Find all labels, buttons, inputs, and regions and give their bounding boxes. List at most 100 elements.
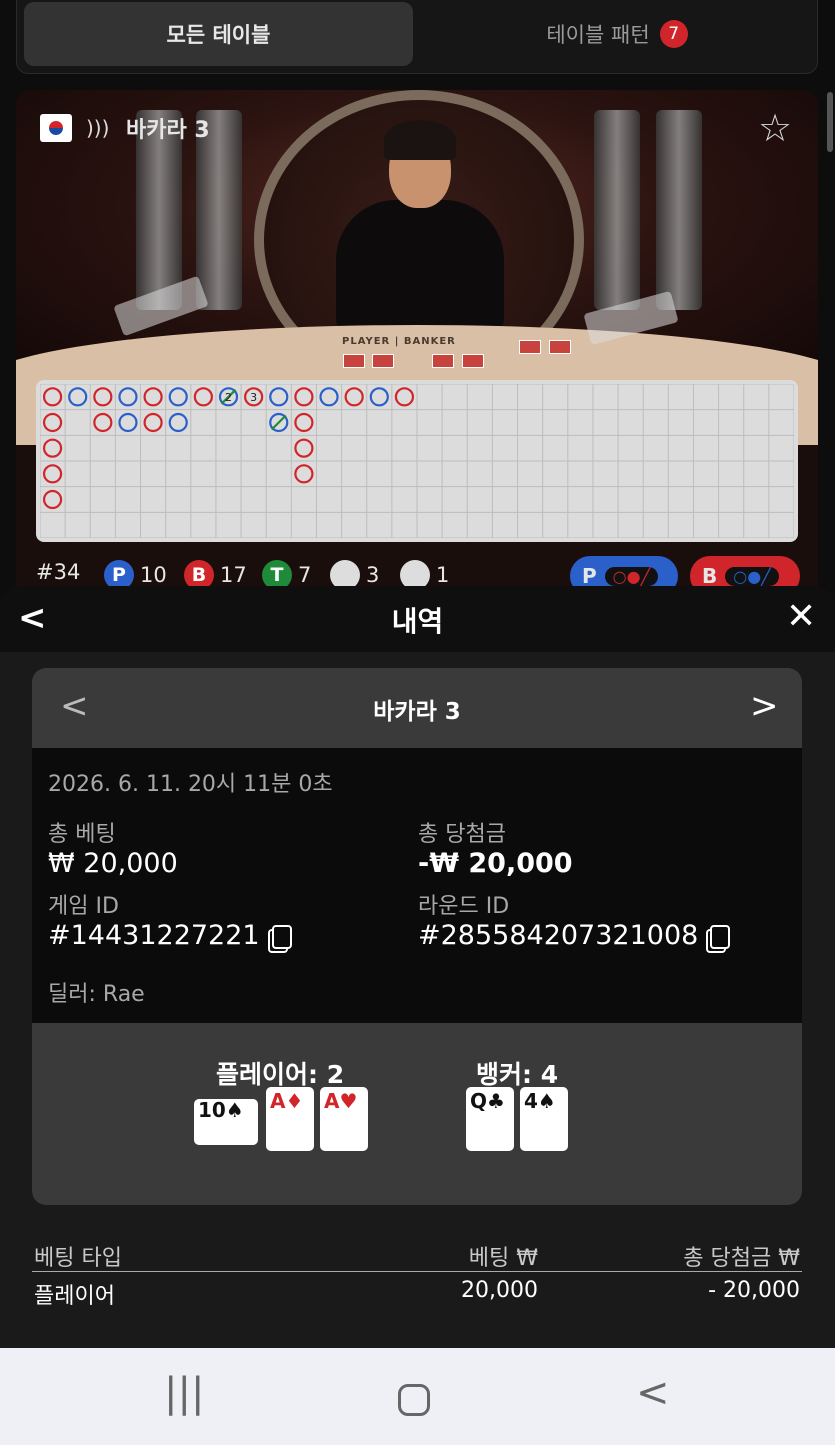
copy-game-id-icon[interactable] [271, 924, 292, 949]
card-suit: ♦ [285, 1089, 304, 1113]
round-number-label: #34 [36, 560, 81, 584]
card-rank: A [324, 1089, 340, 1113]
card-rank: 4 [524, 1089, 538, 1113]
road-mark [118, 412, 138, 433]
scrollbar[interactable] [827, 92, 833, 152]
round-id-row: #285584207321008 [418, 920, 731, 951]
round-detail: < 바카라 3 > 2026. 6. 11. 20시 11분 0초 총 베팅 ₩… [32, 668, 802, 1205]
road-mark [42, 438, 63, 458]
dealer-hair [384, 120, 456, 160]
live-broadcast-icon: ))) [86, 116, 110, 140]
road-mark [294, 412, 314, 433]
patterns-count-badge: 7 [659, 20, 688, 48]
total-bet-value: ₩ 20,000 [48, 848, 178, 879]
tab-table-patterns[interactable]: 테이블 패턴 7 [417, 2, 817, 66]
predict-banker-road-icon: ○●╱ [725, 566, 779, 586]
bet-type-cell: 플레이어 [34, 1284, 115, 1309]
round-datetime: 2026. 6. 11. 20시 11분 0초 [48, 772, 333, 797]
road-mark [369, 387, 389, 407]
total-bet-label: 총 베팅 [48, 822, 116, 847]
system-nav-bar: ||| < [0, 1348, 835, 1445]
round-title: 바카라 3 [373, 699, 461, 725]
tab-all-tables[interactable]: 모든 테이블 [24, 2, 413, 66]
card-rank: A [270, 1089, 286, 1113]
road-mark [93, 387, 113, 407]
road-mark [168, 387, 188, 407]
road-mark [118, 387, 138, 407]
bet-type-header: 베팅 타입 [34, 1246, 122, 1271]
road-mark [269, 387, 289, 407]
tie-count-label: 3 [250, 391, 257, 404]
road-mark [93, 412, 113, 433]
predict-banker-label: B [702, 564, 718, 588]
tab-patterns-label: 테이블 패턴 [546, 23, 650, 47]
lobby-tabs: 모든 테이블 테이블 패턴 7 [16, 0, 818, 74]
card-suit: ♥ [339, 1089, 358, 1113]
round-id-label: 라운드 ID [418, 894, 510, 919]
playing-card: A♦ [266, 1087, 314, 1151]
road-mark [294, 438, 314, 458]
road-mark [294, 387, 314, 407]
banker-pair-count: 1 [436, 563, 450, 587]
home-icon[interactable] [398, 1384, 430, 1416]
dealer-body [336, 200, 504, 330]
app-screen: 모든 테이블 테이블 패턴 7 PLAYER | BANKER))) 바카라 … [0, 0, 835, 1445]
panel-title: 내역 [391, 605, 444, 638]
banker-hand-label: 뱅커: 4 [476, 1060, 559, 1089]
tie-count-label: 2 [225, 391, 232, 404]
panel-header: < 내역 ✕ [0, 586, 835, 652]
system-back-icon[interactable]: < [636, 1370, 670, 1416]
bet-win-cell: - 20,000 [708, 1278, 800, 1303]
playing-card: 10♠ [194, 1099, 258, 1145]
history-panel: < 내역 ✕ < 바카라 3 > 2026. 6. 11. 20시 11분 0초… [0, 586, 835, 1348]
tie-slash [270, 414, 287, 431]
bead-road: 23 [36, 380, 798, 542]
road-mark [42, 464, 63, 484]
total-win-value: -₩ 20,000 [418, 848, 573, 879]
table-row: 플레이어 20,000 - 20,000 [32, 1272, 802, 1310]
tab-all-tables-label: 모든 테이블 [166, 23, 271, 47]
felt-card [343, 354, 365, 368]
predict-player-label: P [582, 564, 597, 588]
card-suit: ♠ [225, 1098, 244, 1122]
dealer-name: 딜러: Rae [48, 982, 145, 1007]
card-rank: Q [470, 1089, 488, 1113]
road-mark [42, 489, 63, 510]
next-round-icon[interactable]: > [750, 686, 779, 726]
close-icon[interactable]: ✕ [786, 596, 816, 637]
game-id-value: #14431227221 [48, 920, 260, 951]
road-mark [42, 387, 63, 407]
live-video: PLAYER | BANKER ))) 바카라 3 ☆ [16, 90, 818, 445]
table-card[interactable]: PLAYER | BANKER ))) 바카라 3 ☆ 23 #34 P 10 B… [16, 90, 818, 610]
predict-player-road-icon: ○●╱ [604, 566, 659, 586]
tie-count: 7 [298, 563, 312, 587]
road-mark [143, 412, 163, 433]
felt-card [432, 354, 454, 368]
road-mark [394, 387, 415, 407]
road-mark [42, 412, 63, 433]
bet-win-header: 총 당첨금 ₩ [683, 1246, 800, 1271]
road-mark [294, 464, 314, 484]
bets-header-row: 베팅 타입 베팅 ₩ 총 당첨금 ₩ [32, 1234, 802, 1272]
copy-round-id-icon[interactable] [710, 924, 731, 949]
road-mark [319, 387, 339, 407]
felt-label: PLAYER | BANKER [342, 336, 456, 347]
playing-card: 4♠ [520, 1087, 568, 1151]
road-mark [344, 387, 364, 407]
total-win-label: 총 당첨금 [418, 822, 506, 847]
player-count: 10 [140, 563, 167, 587]
studio-pillar [656, 110, 702, 310]
felt-card [462, 354, 484, 368]
bet-amount-cell: 20,000 [461, 1278, 538, 1303]
felt-card [372, 354, 394, 368]
card-suit: ♠ [537, 1089, 556, 1113]
road-mark [68, 387, 88, 407]
favorite-star-icon[interactable]: ☆ [758, 106, 792, 150]
round-nav: < 바카라 3 > [32, 668, 802, 748]
recents-icon[interactable]: ||| [164, 1370, 204, 1416]
round-info: 2026. 6. 11. 20시 11분 0초 총 베팅 ₩ 20,000 총 … [32, 748, 802, 1023]
road-mark [193, 387, 213, 407]
table-name: 바카라 3 [126, 118, 210, 143]
round-number: #34 [36, 560, 80, 584]
player-hand-label: 플레이어: 2 [216, 1060, 345, 1089]
